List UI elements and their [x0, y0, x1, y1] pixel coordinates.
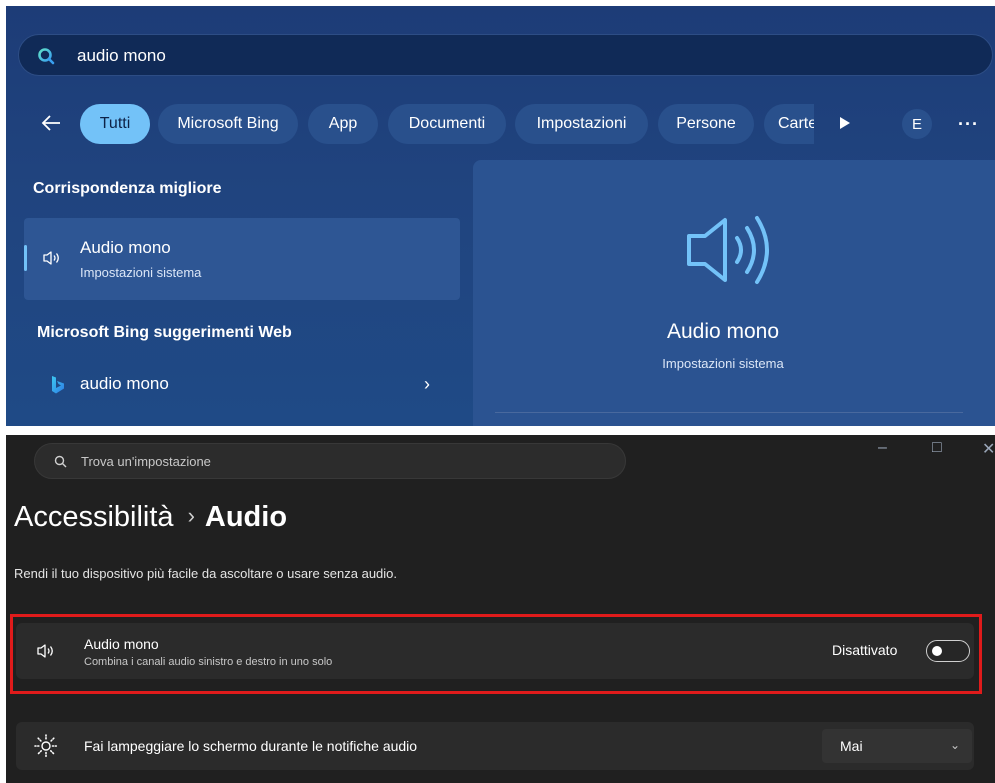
filter-cartelle[interactable]: Cartelle	[764, 104, 814, 144]
chevron-right-icon[interactable]: ›	[424, 374, 430, 395]
flash-screen-dropdown[interactable]: Mai ⌄	[822, 729, 972, 763]
filter-persone[interactable]: Persone	[658, 104, 754, 144]
breadcrumb: Accessibilità › Audio	[14, 501, 287, 534]
maximize-icon[interactable]: □	[932, 439, 942, 457]
back-arrow-icon[interactable]	[40, 112, 62, 134]
brightness-icon	[34, 734, 58, 758]
scroll-right-icon[interactable]	[839, 116, 851, 130]
best-match-subtitle: Impostazioni sistema	[80, 265, 202, 280]
preview-pane: Audio mono Impostazioni sistema	[473, 160, 995, 426]
bing-logo-icon	[52, 376, 64, 394]
filter-app[interactable]: App	[308, 104, 378, 144]
mono-audio-state: Disattivato	[832, 642, 898, 658]
flash-screen-title: Fai lampeggiare lo schermo durante le no…	[84, 738, 418, 754]
web-suggestion-item[interactable]: audio mono ›	[24, 368, 460, 402]
dropdown-value: Mai	[840, 738, 863, 754]
speaker-large-icon	[687, 216, 769, 284]
flash-screen-setting: Fai lampeggiare lo schermo durante le no…	[16, 722, 974, 770]
breadcrumb-separator: ›	[187, 503, 195, 528]
search-box[interactable]: audio mono	[18, 34, 993, 76]
more-options-icon[interactable]: ···	[958, 114, 979, 135]
avatar[interactable]: E	[902, 109, 932, 139]
speaker-icon	[43, 251, 59, 265]
best-match-result[interactable]: Audio mono Impostazioni sistema	[24, 218, 460, 300]
search-icon	[54, 455, 67, 468]
breadcrumb-parent[interactable]: Accessibilità	[14, 501, 174, 533]
filter-impostazioni[interactable]: Impostazioni	[515, 104, 648, 144]
best-match-title: Audio mono	[80, 238, 171, 257]
filter-bar: Tutti Microsoft Bing App Documenti Impos…	[6, 104, 995, 148]
search-icon	[38, 48, 55, 65]
windows-search-panel: audio mono Tutti Microsoft Bing App Docu…	[6, 6, 995, 426]
settings-window: Trova un'impostazione – □ ✕ Accessibilit…	[6, 435, 995, 783]
preview-subtitle: Impostazioni sistema	[662, 356, 784, 371]
settings-search-placeholder: Trova un'impostazione	[81, 454, 211, 469]
mono-audio-subtitle: Combina i canali audio sinistro e destro…	[84, 656, 333, 668]
minimize-icon[interactable]: –	[878, 439, 887, 457]
web-suggestions-heading: Microsoft Bing suggerimenti Web	[37, 324, 292, 341]
mono-audio-title: Audio mono	[84, 636, 159, 652]
web-suggestion-text: audio mono	[80, 374, 169, 393]
selection-indicator	[24, 245, 27, 271]
filter-documenti[interactable]: Documenti	[388, 104, 506, 144]
page-title: Audio	[204, 501, 288, 533]
speaker-icon	[37, 644, 53, 658]
close-icon[interactable]: ✕	[982, 439, 995, 459]
page-description: Rendi il tuo dispositivo più facile da a…	[14, 566, 398, 581]
filter-tutti[interactable]: Tutti	[80, 104, 150, 144]
preview-divider	[495, 412, 963, 413]
chevron-down-icon: ⌄	[950, 738, 961, 752]
best-match-heading: Corrispondenza migliore	[33, 180, 222, 197]
mono-audio-toggle[interactable]	[926, 640, 970, 662]
filter-microsoft-bing[interactable]: Microsoft Bing	[158, 104, 298, 144]
preview-title: Audio mono	[666, 320, 780, 343]
toggle-knob	[932, 646, 942, 656]
mono-audio-setting: Audio mono Combina i canali audio sinist…	[16, 623, 974, 679]
search-query[interactable]: audio mono	[77, 46, 166, 66]
settings-search-box[interactable]: Trova un'impostazione	[34, 443, 626, 479]
